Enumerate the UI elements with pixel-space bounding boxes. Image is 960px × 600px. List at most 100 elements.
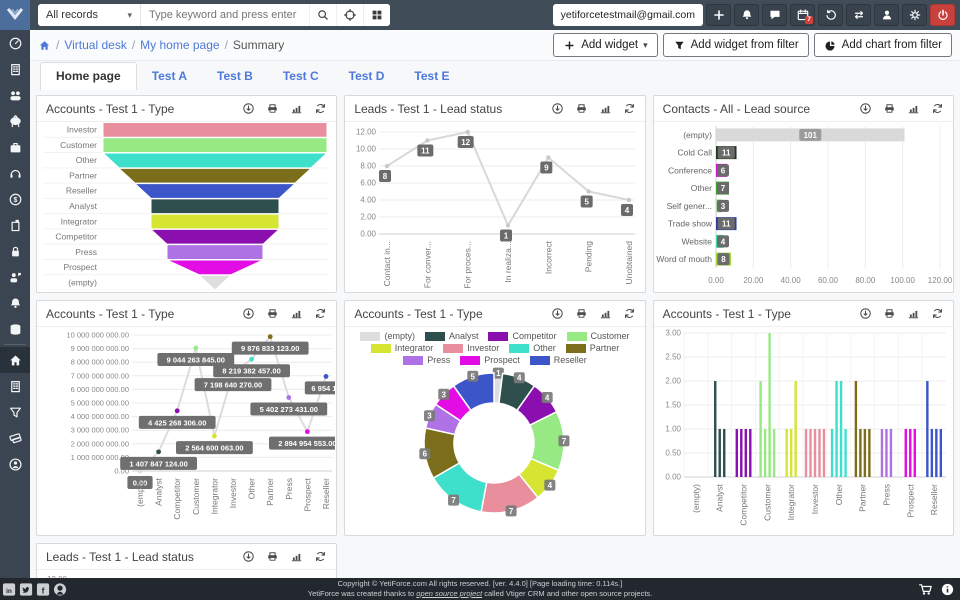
add-widget-from-filter-button[interactable]: Add widget from filter: [663, 33, 809, 57]
user-email[interactable]: yetiforcetestmail@gmail.com: [553, 4, 703, 26]
download-icon[interactable]: [242, 102, 255, 115]
add-widget-button[interactable]: Add widget ▾: [553, 33, 657, 57]
legend-item[interactable]: Integrator: [371, 343, 434, 353]
legend-item[interactable]: Other: [509, 343, 556, 353]
sidebar-item-filter[interactable]: [0, 399, 30, 425]
download-icon: [551, 102, 564, 115]
piggy-bank-icon: [8, 114, 23, 129]
sidebar-item-dollar[interactable]: $: [0, 186, 30, 212]
info-icon[interactable]: [940, 582, 955, 597]
print-icon[interactable]: [266, 550, 279, 563]
chart-icon[interactable]: [599, 307, 612, 320]
print-icon[interactable]: [883, 102, 896, 115]
print-icon[interactable]: [266, 102, 279, 115]
sidebar-item-bell[interactable]: [0, 290, 30, 316]
legend-item[interactable]: Investor: [443, 343, 499, 353]
sidebar-item-home[interactable]: [0, 347, 30, 373]
sidebar-item-user-comment[interactable]: [0, 264, 30, 290]
twitter-icon[interactable]: [19, 582, 34, 597]
linkedin-icon[interactable]: in: [2, 582, 17, 597]
add-button[interactable]: [706, 4, 731, 26]
target-button[interactable]: [336, 4, 363, 26]
sidebar-item-piggy-bank[interactable]: [0, 108, 30, 134]
tab-test-a[interactable]: Test A: [137, 63, 202, 90]
tab-test-d[interactable]: Test D: [334, 63, 400, 90]
chart-icon: [290, 550, 303, 563]
add-chart-from-filter-button[interactable]: Add chart from filter: [814, 33, 952, 57]
records-filter-select[interactable]: All records ▾: [38, 4, 141, 26]
grid-button[interactable]: [363, 4, 390, 26]
svg-text:(empty): (empty): [68, 277, 97, 287]
history-button[interactable]: [818, 4, 843, 26]
chart-icon[interactable]: [290, 102, 303, 115]
refresh-icon[interactable]: [623, 307, 636, 320]
open-source-project-link[interactable]: open source project: [416, 589, 482, 598]
sidebar-item-database[interactable]: [0, 316, 30, 342]
refresh-icon[interactable]: [931, 102, 944, 115]
legend-item[interactable]: Partner: [566, 343, 620, 353]
records-filter-value: All records: [46, 9, 98, 21]
refresh-icon[interactable]: [931, 307, 944, 320]
legend-item[interactable]: Press: [403, 355, 450, 365]
exchange-button[interactable]: [846, 4, 871, 26]
legend-item[interactable]: Prospect: [460, 355, 520, 365]
chart-icon[interactable]: [290, 307, 303, 320]
sidebar-item-team[interactable]: [0, 82, 30, 108]
chart-icon[interactable]: [907, 307, 920, 320]
print-icon[interactable]: [883, 307, 896, 320]
sidebar-item-building-alt[interactable]: [0, 373, 30, 399]
home-breadcrumb-icon[interactable]: [38, 39, 51, 52]
tab-home-page[interactable]: Home page: [40, 62, 137, 90]
refresh-icon[interactable]: [314, 550, 327, 563]
chart-icon[interactable]: [599, 102, 612, 115]
sidebar-item-headset[interactable]: [0, 160, 30, 186]
legend-item[interactable]: Competitor: [488, 331, 556, 341]
download-icon[interactable]: [859, 102, 872, 115]
refresh-icon[interactable]: [314, 307, 327, 320]
download-icon[interactable]: [859, 307, 872, 320]
tab-test-c[interactable]: Test C: [268, 63, 334, 90]
breadcrumb-my-home-page[interactable]: My home page: [140, 38, 219, 52]
print-icon[interactable]: [266, 307, 279, 320]
download-icon[interactable]: [551, 102, 564, 115]
download-icon[interactable]: [551, 307, 564, 320]
download-icon[interactable]: [242, 550, 255, 563]
sidebar-item-company-flag[interactable]: [0, 212, 30, 238]
legend-item[interactable]: Customer: [567, 331, 630, 341]
print-icon[interactable]: [575, 102, 588, 115]
sidebar-item-gauge[interactable]: [0, 30, 30, 56]
settings-button[interactable]: [902, 4, 927, 26]
github-icon[interactable]: [53, 582, 68, 597]
print-icon[interactable]: [575, 307, 588, 320]
legend-item[interactable]: (empty): [360, 331, 415, 341]
power-button[interactable]: [930, 4, 955, 26]
sidebar-item-lock[interactable]: [0, 238, 30, 264]
chart-icon[interactable]: [290, 550, 303, 563]
sidebar-item-building[interactable]: [0, 56, 30, 82]
legend-item[interactable]: Analyst: [425, 331, 479, 341]
sidebar-item-tickets[interactable]: [0, 425, 30, 451]
refresh-icon[interactable]: [623, 102, 636, 115]
widget-title: Accounts - Test 1 - Type: [663, 307, 791, 321]
chart-icon[interactable]: [907, 102, 920, 115]
tab-test-e[interactable]: Test E: [399, 63, 464, 90]
tab-test-b[interactable]: Test B: [202, 63, 268, 90]
cart-icon[interactable]: [918, 582, 933, 597]
facebook-icon[interactable]: f: [36, 582, 51, 597]
download-icon: [242, 307, 255, 320]
sidebar-item-user-circle[interactable]: [0, 451, 30, 477]
download-icon[interactable]: [242, 307, 255, 320]
svg-text:8: 8: [383, 172, 388, 181]
calendar-button[interactable]: 7: [790, 4, 815, 26]
notifications-button[interactable]: [734, 4, 759, 26]
chat-button[interactable]: [762, 4, 787, 26]
breadcrumb-virtual-desk[interactable]: Virtual desk: [64, 38, 126, 52]
yetiforce-logo-icon[interactable]: [0, 0, 30, 30]
sidebar-item-briefcase[interactable]: [0, 134, 30, 160]
user-button[interactable]: [874, 4, 899, 26]
search-input[interactable]: [141, 4, 309, 26]
legend-item[interactable]: Reseller: [530, 355, 587, 365]
refresh-icon[interactable]: [314, 102, 327, 115]
svg-text:3: 3: [720, 202, 725, 211]
search-button[interactable]: [309, 4, 336, 26]
